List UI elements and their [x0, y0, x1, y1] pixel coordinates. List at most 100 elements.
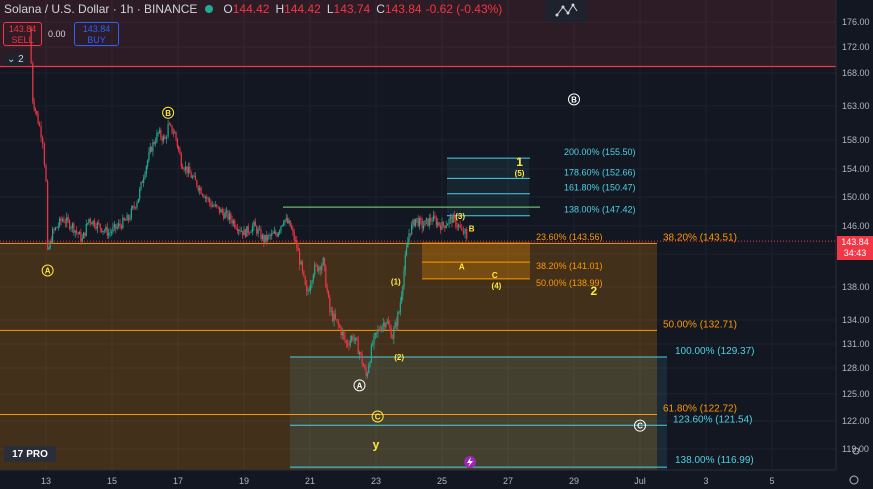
wave-label: (5) [515, 169, 525, 178]
candle-body [118, 223, 120, 227]
candle-body [273, 231, 275, 234]
time-tick-label: 23 [371, 476, 381, 486]
candle-body [284, 220, 286, 223]
candle-body [275, 231, 277, 235]
indicators-toggle[interactable]: ⌄ 2 [3, 53, 28, 66]
candle-body [447, 223, 449, 226]
candle-body [393, 328, 395, 339]
price-tick-label: 125.00 [842, 389, 870, 399]
candle-body [68, 220, 71, 229]
candle-body [38, 123, 40, 126]
buy-label: BUY [87, 35, 106, 45]
candle-body [296, 240, 298, 249]
candle-body [398, 312, 400, 314]
candle-body [184, 166, 187, 171]
time-tick-label: 3 [703, 476, 708, 486]
candle-body [280, 226, 282, 231]
price-tick-label: 154.00 [842, 164, 870, 174]
candle-body [127, 215, 130, 220]
candle-body [179, 149, 181, 155]
candle-body [40, 125, 42, 138]
candle-body [358, 352, 361, 355]
candle-body [307, 290, 309, 292]
candle-body [381, 326, 383, 331]
candle-body [343, 332, 345, 336]
candle-body [349, 340, 351, 346]
candle-body [261, 235, 263, 240]
low-value: 143.74 [333, 2, 371, 16]
candle-body [154, 142, 157, 144]
candle-body [165, 136, 168, 139]
candle-body [352, 336, 354, 340]
candle-body [251, 226, 254, 232]
candle-body [272, 233, 274, 235]
open-label: O [223, 2, 233, 16]
candle-body [311, 281, 313, 285]
candle-body [459, 224, 461, 228]
candle-body [186, 166, 188, 174]
candle-body [132, 206, 134, 209]
candle-body [210, 202, 212, 207]
candle-body [106, 227, 108, 236]
candle-body [412, 219, 414, 225]
candle-body [83, 232, 85, 239]
high-value: 144.42 [284, 2, 321, 16]
price-chart[interactable]: 200.00% (155.50)178.60% (152.66)161.80% … [0, 0, 873, 489]
candle-body [345, 340, 347, 344]
wave-label: (3) [455, 212, 465, 221]
candle-body [171, 125, 173, 133]
candle-body [434, 215, 436, 219]
candle-body [322, 257, 324, 266]
open-value: 144.42 [232, 2, 270, 16]
candle-body [438, 222, 440, 226]
candle-body [464, 229, 466, 235]
candle-body [67, 217, 69, 221]
candle-body [362, 363, 365, 367]
candle-body [92, 220, 94, 225]
candle-body [439, 225, 442, 230]
candle-body [402, 286, 404, 296]
candle-body [122, 217, 124, 229]
candle-body [196, 180, 198, 187]
candle-body [70, 227, 72, 229]
candle-body [383, 323, 386, 328]
candle-body [344, 335, 346, 341]
candle-body [204, 196, 206, 198]
candle-body [234, 220, 236, 228]
candle-body [112, 227, 114, 232]
candle-body [187, 167, 189, 174]
candle-body [99, 223, 101, 229]
candle-body [361, 353, 363, 364]
time-tick-label: 29 [569, 476, 579, 486]
candle-body [332, 311, 334, 322]
elliott-wave-icon [555, 3, 578, 17]
candle-body [417, 218, 419, 227]
tradingview-logo[interactable]: 17 PRO [4, 446, 56, 462]
wave-label: (4) [492, 282, 502, 291]
candle-body [257, 229, 259, 234]
candle-body [285, 218, 287, 221]
time-tick-label: 17 [173, 476, 183, 486]
candle-body [63, 219, 65, 223]
candle-body [54, 227, 57, 230]
sell-button[interactable]: 143.84 SELL [3, 22, 42, 46]
candle-body [43, 143, 45, 165]
candle-body [263, 235, 265, 243]
market-status-icon [205, 5, 214, 13]
drawing-toolbar[interactable] [545, 0, 587, 22]
candle-body [418, 218, 421, 227]
candle-body [213, 205, 215, 207]
buy-button[interactable]: 143.84 BUY [74, 22, 119, 46]
candle-body [373, 335, 375, 345]
candle-body [356, 337, 358, 341]
wave-label: A [459, 263, 465, 272]
time-tick-label: 13 [41, 476, 51, 486]
symbol-title[interactable]: Solana / U.S. Dollar · 1h · BINANCE [4, 2, 197, 16]
candle-body [206, 196, 208, 199]
candle-body [334, 313, 337, 320]
time-tick-label: 19 [239, 476, 249, 486]
candle-body [45, 164, 47, 182]
candle-body [405, 247, 408, 256]
candle-body [277, 232, 279, 237]
wave-label: (1) [391, 277, 401, 286]
